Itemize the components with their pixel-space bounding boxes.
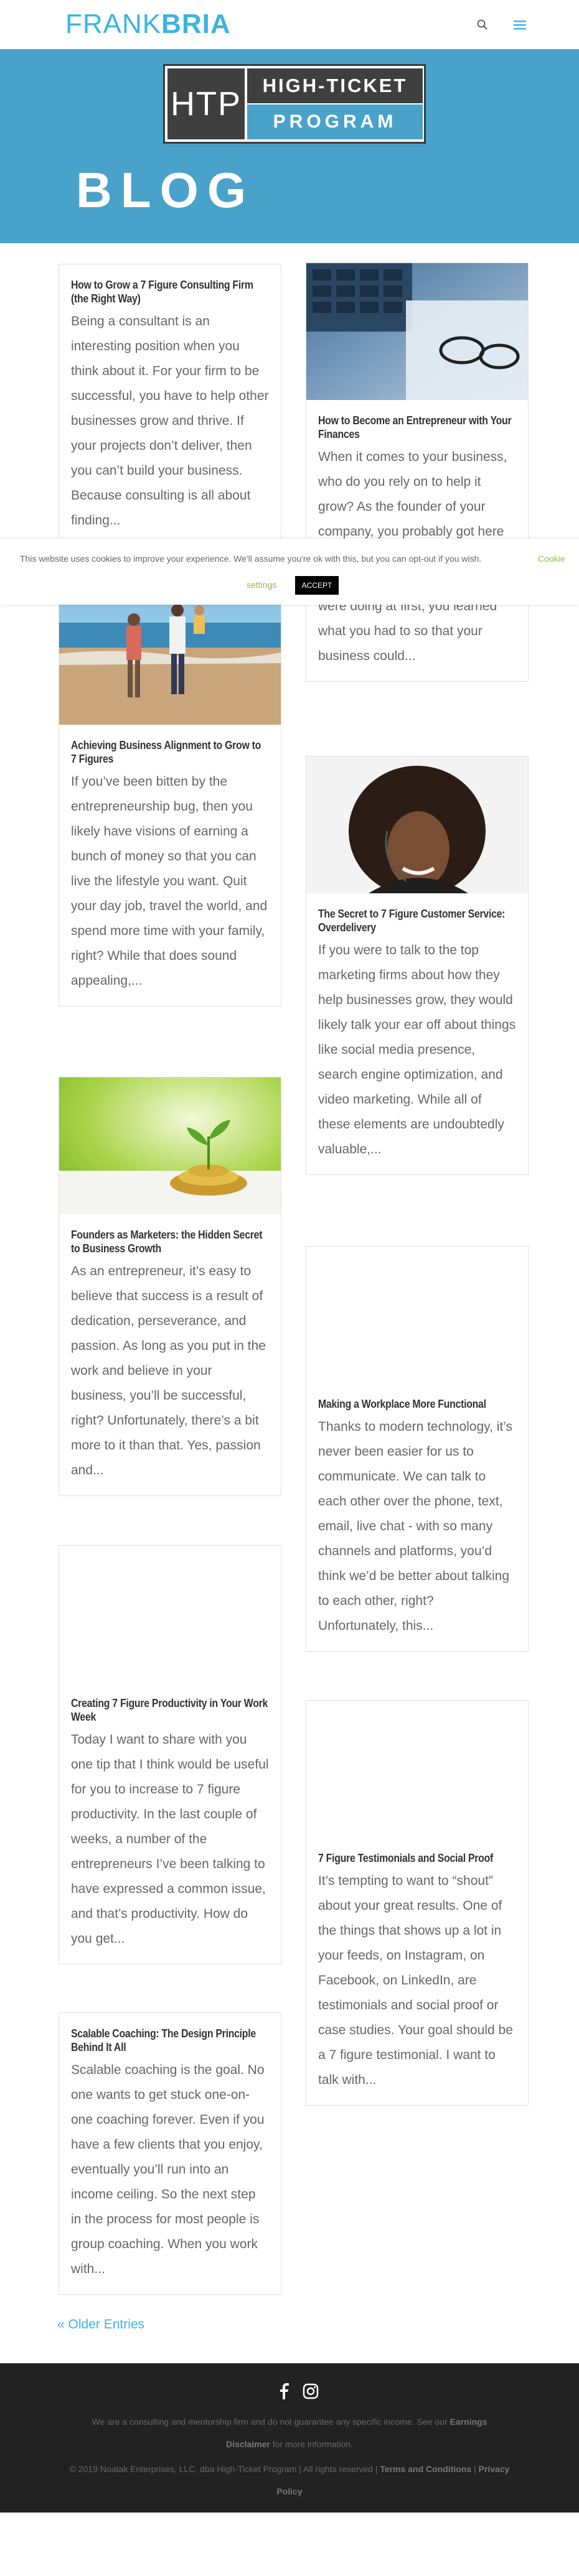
post-card: Achieving Business Alignment to Grow to … <box>59 585 281 1007</box>
htp-badge-initials: HTP <box>167 68 245 139</box>
post-card: How to Become an Entrepreneur with Your … <box>306 263 529 682</box>
older-entries-link[interactable]: « Older Entries <box>57 2317 144 2332</box>
cookie-accept-button[interactable]: ACCEPT <box>295 576 339 595</box>
post-thumbnail-beach-family[interactable] <box>59 585 281 725</box>
footer-disclaimer-tail: for more information. <box>272 2439 353 2449</box>
post-thumbnail-plant-coins[interactable] <box>59 1077 281 1214</box>
logo-text-thin: FRANK <box>65 9 162 39</box>
facebook-icon[interactable] <box>279 2383 290 2399</box>
post-thumbnail-calculator[interactable] <box>306 263 528 400</box>
post-thumbnail-customer-service[interactable] <box>306 756 528 893</box>
post-excerpt: Today I want to share with you one tip t… <box>71 1732 269 1946</box>
cookie-settings-link[interactable]: Cookie <box>538 554 565 564</box>
post-excerpt: If you’ve been bitten by the entrepreneu… <box>71 774 268 988</box>
post-card: Founders as Marketers: the Hidden Secret… <box>59 1077 281 1496</box>
post-card: Scalable Coaching: The Design Principle … <box>59 2012 281 2295</box>
htp-logo-badge: HTP HIGH-TICKET PROGRAM <box>163 64 426 144</box>
terms-link[interactable]: Terms and Conditions <box>380 2464 471 2474</box>
post-title[interactable]: Founders as Marketers: the Hidden Secret… <box>71 1228 268 1255</box>
footer-disclaimer-text: We are a consulting and mentorship firm … <box>92 2417 448 2427</box>
post-thumbnail-blank[interactable] <box>59 1546 281 1683</box>
cookie-message: This website uses cookies to improve you… <box>20 554 482 564</box>
post-card: Making a Workplace More Functional Thank… <box>306 1246 529 1652</box>
site-header: FRANKBRIA <box>0 0 579 49</box>
copyright-text: © 2019 Noatak Enterprises, LLC, dba High… <box>69 2464 378 2474</box>
post-title[interactable]: How to Become an Entrepreneur with Your … <box>318 414 515 441</box>
site-logo[interactable]: FRANKBRIA <box>65 7 231 41</box>
hamburger-menu-icon[interactable] <box>512 19 527 31</box>
post-title[interactable]: Creating 7 Figure Productivity in Your W… <box>71 1696 268 1724</box>
htp-badge-top: HIGH-TICKET <box>247 68 423 103</box>
disclaimer-link[interactable]: Disclaimer <box>226 2439 270 2449</box>
earnings-link[interactable]: Earnings <box>450 2417 487 2427</box>
post-title[interactable]: Achieving Business Alignment to Grow to … <box>71 738 268 766</box>
footer-policy-line: Policy <box>0 2486 579 2496</box>
post-card: 7 Figure Testimonials and Social Proof I… <box>306 1700 529 2106</box>
post-thumbnail-blank[interactable] <box>306 1701 528 1838</box>
post-excerpt: Scalable coaching is the goal. No one wa… <box>71 2063 265 2276</box>
post-title[interactable]: Scalable Coaching: The Design Principle … <box>71 2027 268 2054</box>
search-icon[interactable] <box>476 19 489 31</box>
post-title[interactable]: How to Grow a 7 Figure Consulting Firm (… <box>71 278 268 305</box>
post-title[interactable]: The Secret to 7 Figure Customer Service:… <box>318 907 515 934</box>
post-thumbnail-blank[interactable] <box>306 1247 528 1383</box>
footer-disclaimer-2: Disclaimer for more information. <box>0 2439 579 2449</box>
footer-disclaimer: We are a consulting and mentorship firm … <box>0 2417 579 2427</box>
post-excerpt: As an entrepreneur, it’s easy to believe… <box>71 1264 266 1477</box>
logo-text-bold: BRIA <box>161 9 231 39</box>
footer-copyright-line: © 2019 Noatak Enterprises, LLC, dba High… <box>0 2464 579 2474</box>
post-card: Creating 7 Figure Productivity in Your W… <box>59 1545 281 1965</box>
instagram-icon[interactable] <box>303 2383 319 2399</box>
cookie-consent-bar: This website uses cookies to improve you… <box>0 539 579 605</box>
site-footer: We are a consulting and mentorship firm … <box>0 2363 579 2513</box>
footer-separator: | <box>474 2464 476 2474</box>
post-title[interactable]: 7 Figure Testimonials and Social Proof <box>318 1851 515 1865</box>
privacy-link[interactable]: Privacy <box>479 2464 510 2474</box>
page-title: BLOG <box>76 162 255 218</box>
cookie-settings-link-2[interactable]: settings <box>247 580 276 590</box>
hero-banner: HTP HIGH-TICKET PROGRAM BLOG <box>0 49 579 243</box>
post-excerpt: If you were to talk to the top marketing… <box>318 943 516 1156</box>
post-excerpt: It’s tempting to want to “shout” about y… <box>318 1874 513 2087</box>
htp-badge-bottom: PROGRAM <box>247 105 423 139</box>
post-excerpt: Being a consultant is an interesting pos… <box>71 314 269 528</box>
post-title[interactable]: Making a Workplace More Functional <box>318 1397 515 1411</box>
policy-link[interactable]: Policy <box>276 2486 302 2496</box>
post-card: How to Grow a 7 Figure Consulting Firm (… <box>59 264 281 546</box>
post-excerpt: Thanks to modern technology, it’s never … <box>318 1420 513 1633</box>
social-links <box>279 2383 319 2399</box>
post-card: The Secret to 7 Figure Customer Service:… <box>306 756 529 1175</box>
